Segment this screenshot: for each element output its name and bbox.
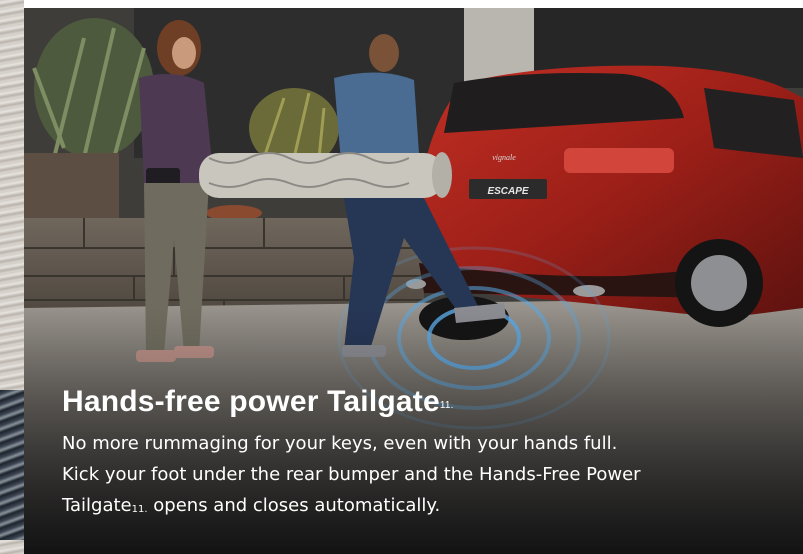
feature-headline: Hands-free power Tailgate11. <box>62 382 782 422</box>
tail-light <box>564 148 674 173</box>
description-line-1: No more rummaging for your keys, even wi… <box>62 433 618 454</box>
badge-text: ESCAPE <box>487 186 528 197</box>
description-line-3-start: Tailgate <box>62 495 132 516</box>
description-line-2: Kick your foot under the rear bumper and… <box>62 464 641 485</box>
planter-left <box>24 153 119 223</box>
hero-photo: ESCAPE vignale Hands-free power Tailgate… <box>24 8 803 554</box>
wheel-rim <box>691 255 747 311</box>
headline-footnote-marker: 11. <box>439 400 454 411</box>
feature-caption: Hands-free power Tailgate11. No more rum… <box>62 382 782 521</box>
rolled-rug <box>199 152 452 198</box>
description-line-3-end: opens and closes automatically. <box>147 495 441 516</box>
left-page-edge-dark-texture <box>0 390 24 540</box>
left-page-edge-texture <box>0 0 24 554</box>
plant-left <box>32 18 154 159</box>
model-script: vignale <box>492 153 516 162</box>
headline-text: Hands-free power Tailgate <box>62 385 440 418</box>
feature-description: No more rummaging for your keys, even wi… <box>62 428 782 521</box>
description-footnote-marker: 11. <box>131 504 148 515</box>
